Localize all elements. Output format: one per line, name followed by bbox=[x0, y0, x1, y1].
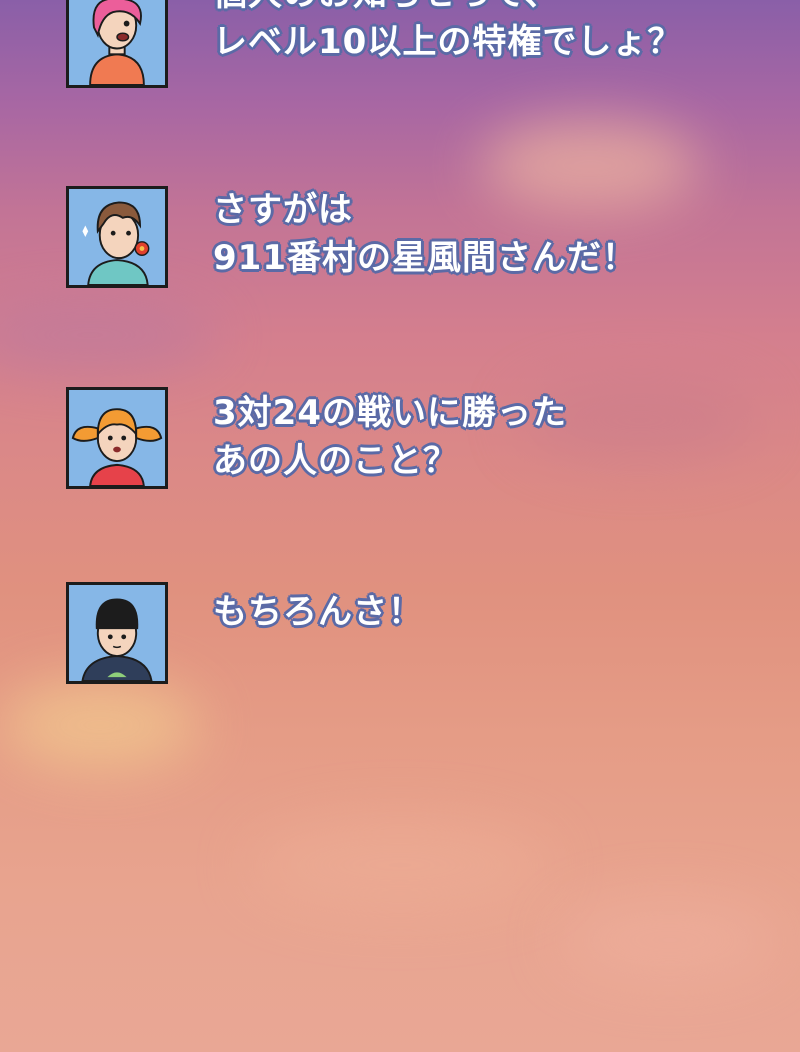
chat-message: もちろんさ！ bbox=[66, 582, 786, 692]
chat-message: さすがは 911番村の星風間さんだ！ bbox=[66, 186, 786, 296]
chat-log: 個人のお知らせって、 レベル10以上の特権でしょ？ さすがは 911番村の星風間… bbox=[0, 0, 800, 1052]
message-text: もちろんさ！ bbox=[213, 592, 423, 632]
brown-haired-man-with-flower-avatar-icon bbox=[66, 186, 168, 288]
bowl-cut-boy-avatar-icon bbox=[66, 582, 168, 684]
message-text: さすがは 911番村の星風間さんだ！ bbox=[213, 190, 637, 278]
pink-haired-woman-avatar-icon bbox=[66, 0, 168, 88]
chat-message: 個人のお知らせって、 レベル10以上の特権でしょ？ bbox=[66, 0, 786, 96]
message-text: 3対24の戦いに勝った あの人のこと？ bbox=[213, 393, 567, 481]
chat-message: 3対24の戦いに勝った あの人のこと？ bbox=[66, 387, 786, 497]
message-text: 個人のお知らせって、 レベル10以上の特権でしょ？ bbox=[213, 0, 683, 62]
orange-twintail-girl-avatar-icon bbox=[66, 387, 168, 489]
